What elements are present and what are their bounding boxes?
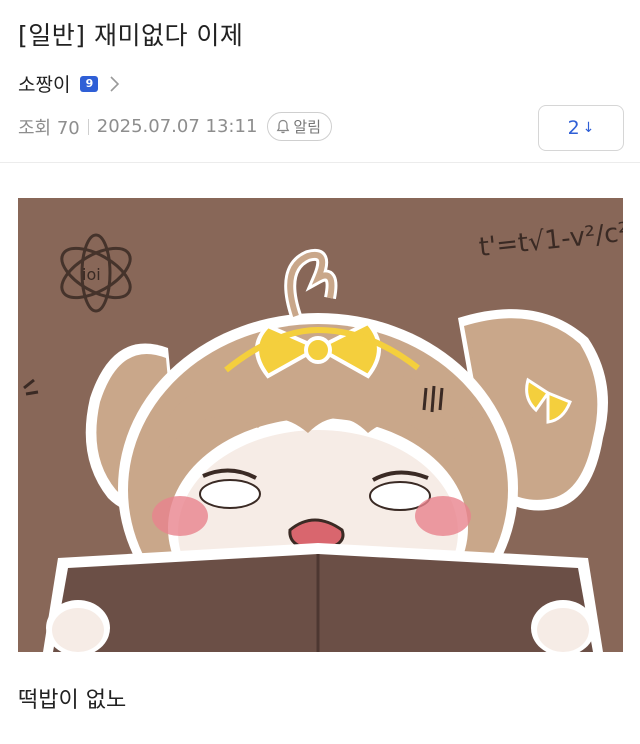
alarm-label: 알림 <box>293 118 322 136</box>
arrow-down-icon: ↓ <box>582 120 595 136</box>
view-count: 조회 70 <box>18 117 80 139</box>
post-image[interactable]: ioi t'=t√1-v²/c² <box>18 198 623 652</box>
meta-divider <box>87 118 89 135</box>
header-divider <box>0 162 640 163</box>
alarm-button[interactable]: 알림 <box>267 112 333 141</box>
post-datetime: 2025.07.07 13:11 <box>96 116 258 137</box>
post-title: [일반] 재미없다 이제 <box>18 21 244 50</box>
post-body: 떡밥이 없노 <box>18 688 127 713</box>
author-row[interactable]: 소짱이 9 <box>18 70 120 97</box>
comment-count: 2 <box>567 117 580 139</box>
chevron-right-icon[interactable] <box>108 75 120 93</box>
illustration-reading-girl: ioi t'=t√1-v²/c² <box>18 198 623 652</box>
level-badge-text: 9 <box>85 77 94 90</box>
comment-count-button[interactable]: 2 ↓ <box>538 105 624 151</box>
author-name[interactable]: 소짱이 <box>18 70 70 97</box>
atom-scribble-text: ioi <box>82 265 101 284</box>
level-badge-icon: 9 <box>80 75 99 92</box>
post-meta: 조회 70 2025.07.07 13:11 알림 <box>18 112 333 141</box>
bell-icon <box>277 119 290 134</box>
